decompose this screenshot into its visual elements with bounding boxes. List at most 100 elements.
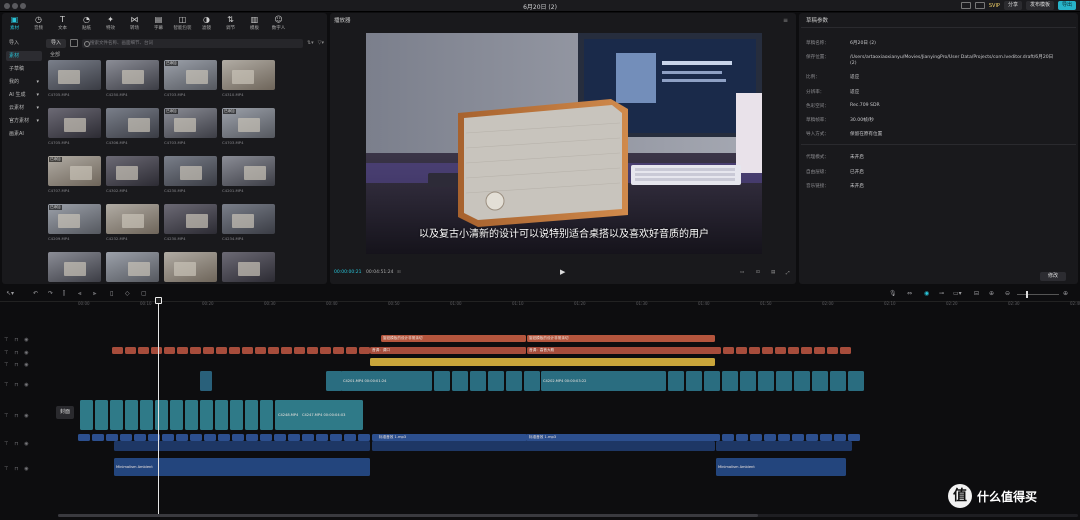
lock-icon[interactable]: ⊤ <box>4 413 8 419</box>
audio-clip[interactable] <box>834 434 846 441</box>
audio-clip[interactable] <box>246 434 258 441</box>
publish-template-button[interactable]: 发布模板 <box>1025 1 1054 10</box>
caption-clip[interactable] <box>736 347 747 354</box>
timeline-scrollbar[interactable] <box>58 514 1078 517</box>
tool-template[interactable]: ▥ 模板 <box>244 14 265 34</box>
caption-clip[interactable] <box>775 347 786 354</box>
playhead-handle[interactable] <box>155 297 162 304</box>
audio-clip[interactable] <box>820 434 832 441</box>
media-thumbnail[interactable] <box>222 252 275 282</box>
audio-clip[interactable] <box>736 434 748 441</box>
ratio-icon[interactable]: ▭ <box>740 270 744 275</box>
audio-clip[interactable] <box>750 434 762 441</box>
view-toggle-icon[interactable] <box>70 39 79 47</box>
eye-icon[interactable]: ⊓ <box>14 441 18 447</box>
undo-icon[interactable]: ↶ <box>33 290 38 297</box>
audio-clip[interactable] <box>764 434 776 441</box>
split-left-icon[interactable]: ⫷ <box>78 290 81 298</box>
svip-badge[interactable]: SVIP <box>989 3 1000 9</box>
audio-clip[interactable] <box>358 434 370 441</box>
eye-icon[interactable]: ⊓ <box>14 466 18 472</box>
align-icon[interactable]: ⊟ <box>974 290 979 297</box>
media-thumbnail[interactable] <box>48 252 101 282</box>
sidebar-item[interactable]: 画素AI <box>6 129 42 139</box>
media-thumbnail[interactable] <box>164 252 217 282</box>
eye-icon[interactable]: ⊓ <box>14 337 18 343</box>
player-menu-icon[interactable]: ≡ <box>783 17 788 24</box>
main-video-clip[interactable] <box>215 400 228 430</box>
mute-icon[interactable]: ◉ <box>24 382 28 388</box>
audio-clip[interactable] <box>792 434 804 441</box>
cover-button[interactable]: 封面 <box>56 406 74 419</box>
main-video-clip[interactable] <box>155 400 168 430</box>
filter-icon[interactable]: ▽▾ <box>318 40 324 46</box>
main-video-clip[interactable] <box>95 400 108 430</box>
sidebar-item[interactable]: 云素材 ▾ <box>6 103 42 113</box>
caption-clip[interactable] <box>840 347 851 354</box>
caption-clip[interactable] <box>294 347 305 354</box>
audio-clip[interactable] <box>162 434 174 441</box>
marker-icon[interactable]: ◇ <box>125 290 130 297</box>
audio-clip[interactable] <box>722 434 734 441</box>
audio-clip[interactable] <box>806 434 818 441</box>
audio-clip[interactable]: 标准音效 1.mp3 <box>527 434 715 441</box>
audio-clip[interactable] <box>78 434 90 441</box>
import-button[interactable]: 导入 <box>46 38 67 48</box>
lock-icon[interactable]: ⊤ <box>4 441 8 447</box>
video-clip[interactable] <box>758 371 774 391</box>
caption-clip[interactable] <box>138 347 149 354</box>
caption-clip[interactable] <box>801 347 812 354</box>
audio-clip[interactable] <box>106 434 118 441</box>
audio-clip[interactable] <box>260 434 272 441</box>
sort-icon[interactable]: ⇅▾ <box>307 40 314 46</box>
magnet-icon[interactable]: ◉ <box>924 290 929 297</box>
caption-clip[interactable]: 音调：高音大概 <box>527 347 715 354</box>
effect-clip[interactable] <box>370 358 715 366</box>
media-thumbnail[interactable]: 已添加 <box>222 108 275 138</box>
audio-clip[interactable] <box>344 434 356 441</box>
video-clip[interactable] <box>434 371 450 391</box>
audio-clip[interactable] <box>176 434 188 441</box>
export-button[interactable]: 导出 <box>1057 1 1076 10</box>
audio-clip[interactable] <box>288 434 300 441</box>
audio-clip[interactable] <box>92 434 104 441</box>
tool-audio[interactable]: ◷ 音频 <box>28 14 49 34</box>
video-clip[interactable] <box>776 371 792 391</box>
audio-clip[interactable] <box>134 434 146 441</box>
caption-clip[interactable] <box>346 347 357 354</box>
playhead[interactable] <box>158 298 159 514</box>
sidebar-item[interactable]: 导入 <box>6 38 42 48</box>
caption-clip[interactable] <box>281 347 292 354</box>
mute-icon[interactable]: ◉ <box>24 350 28 356</box>
mute-icon[interactable]: ◉ <box>24 466 28 472</box>
main-video-clip[interactable] <box>200 400 213 430</box>
caption-clip[interactable] <box>268 347 279 354</box>
sidebar-item[interactable]: 素材 <box>6 51 42 61</box>
video-clip[interactable] <box>686 371 702 391</box>
caption-clip[interactable] <box>333 347 344 354</box>
main-video-clip[interactable]: C4248.MP4 <box>276 400 298 430</box>
video-clip[interactable] <box>740 371 756 391</box>
share-button[interactable]: 分享 <box>1003 1 1022 10</box>
main-video-clip[interactable] <box>230 400 243 430</box>
caption-clip[interactable] <box>112 347 123 354</box>
mute-icon[interactable]: ◉ <box>24 362 28 368</box>
fit-timeline-icon[interactable]: ⊕ <box>989 290 994 297</box>
caption-clip[interactable] <box>216 347 227 354</box>
video-clip[interactable] <box>668 371 684 391</box>
media-thumbnail[interactable]: 已添加 <box>48 204 101 234</box>
layout-icon[interactable] <box>960 2 971 9</box>
main-video-clip[interactable] <box>245 400 258 430</box>
crop-icon[interactable]: ▢ <box>141 290 147 297</box>
audio-clip[interactable] <box>120 434 132 441</box>
video-clip[interactable] <box>488 371 504 391</box>
mute-icon[interactable]: ◉ <box>24 413 28 419</box>
caption-clip[interactable] <box>125 347 136 354</box>
audio-clip[interactable] <box>232 434 244 441</box>
split-icon[interactable]: ⫿ <box>63 290 65 298</box>
microphone-icon[interactable]: 🎙 <box>889 290 897 297</box>
waveform[interactable] <box>716 441 852 451</box>
media-thumbnail[interactable] <box>48 60 101 90</box>
main-video-clip[interactable] <box>110 400 123 430</box>
main-video-clip[interactable] <box>140 400 153 430</box>
